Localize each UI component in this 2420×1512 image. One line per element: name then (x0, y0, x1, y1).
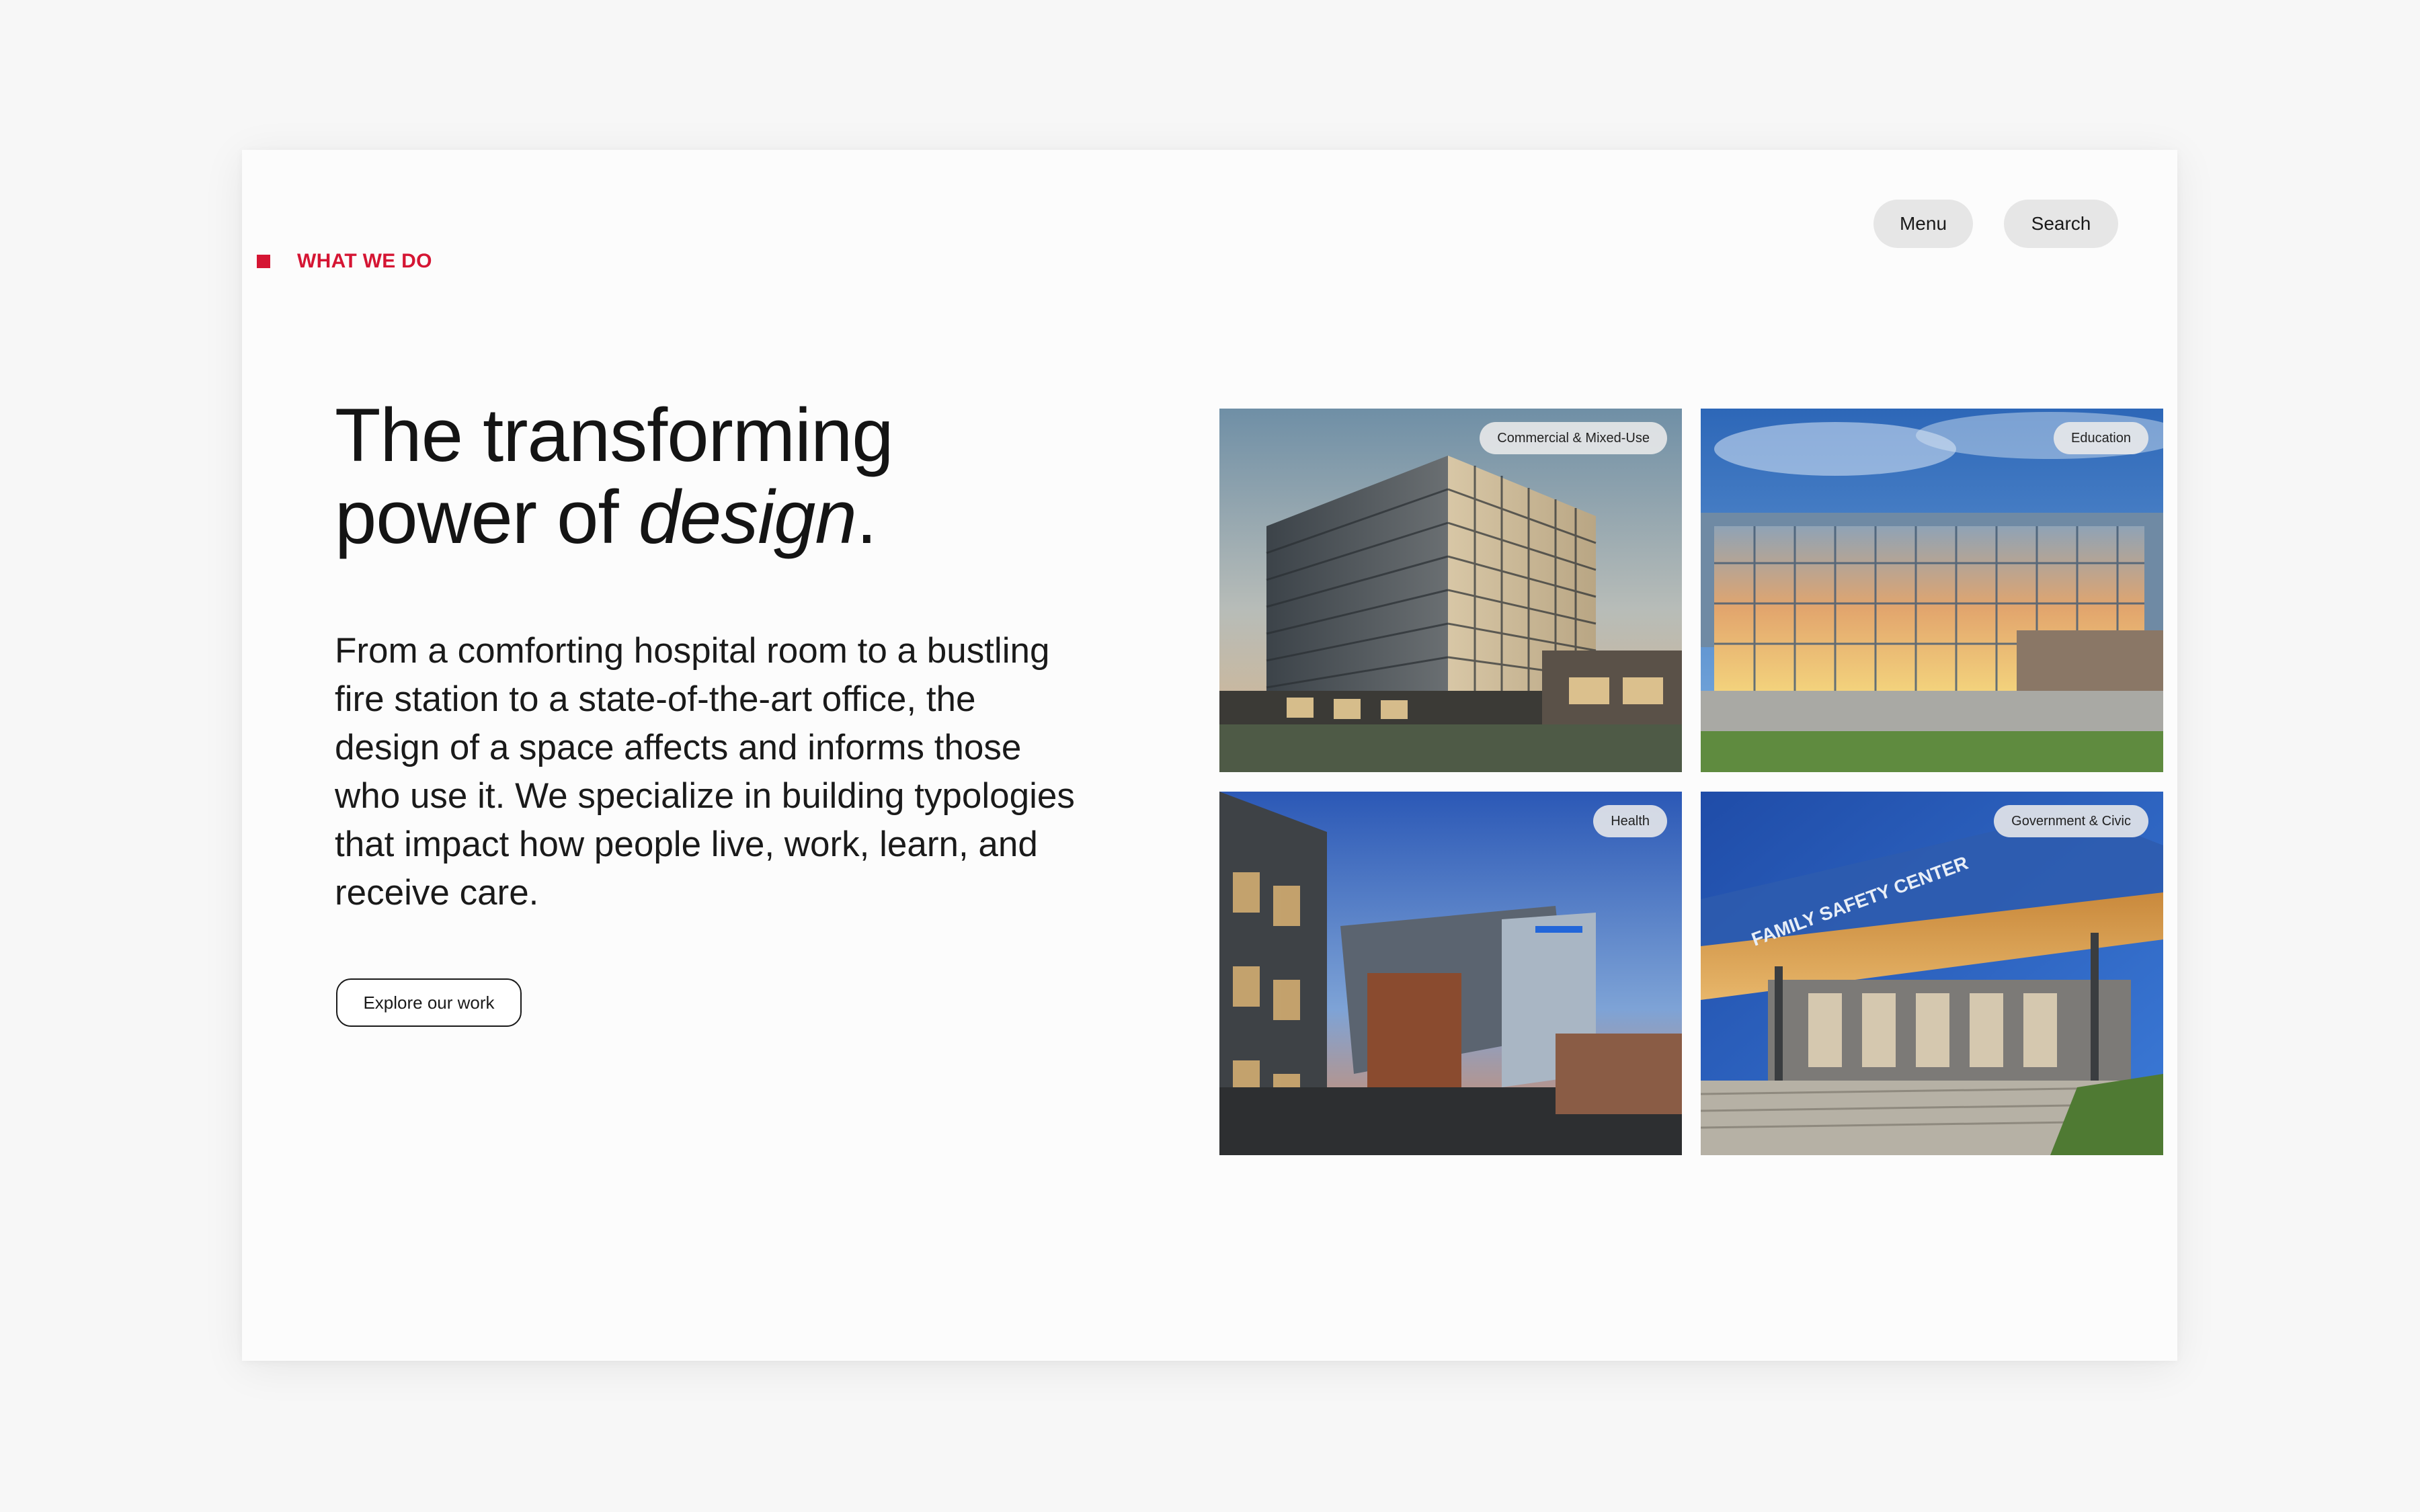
headline-emphasis: design (638, 475, 857, 559)
hero-headline: The transforming power of design. (335, 394, 1074, 558)
category-label: Education (2054, 422, 2148, 454)
menu-button[interactable]: Menu (1873, 200, 1973, 248)
headline-line-2-suffix: . (856, 475, 877, 559)
top-nav: Menu Search (1873, 200, 2118, 248)
category-label: Commercial & Mixed-Use (1480, 422, 1667, 454)
headline-line-1: The transforming (335, 393, 894, 477)
section-eyebrow: WHAT WE DO (257, 248, 432, 275)
headline-line-2-prefix: power of (335, 475, 639, 559)
hero-body: From a comforting hospital room to a bus… (335, 631, 1075, 913)
category-tile-government[interactable]: FAMILY SAFETY CENTER Government & Civic (1701, 792, 2163, 1155)
eyebrow-label: WHAT WE DO (297, 250, 432, 272)
accent-square-icon (257, 255, 270, 268)
category-tile-commercial[interactable]: Commercial & Mixed-Use (1219, 409, 1682, 772)
government-building-photo: FAMILY SAFETY CENTER (1701, 792, 2163, 1155)
search-button[interactable]: Search (2004, 200, 2118, 248)
category-label: Government & Civic (1994, 805, 2148, 837)
category-tile-health[interactable]: Health (1219, 792, 1682, 1155)
health-building-photo (1219, 792, 1682, 1155)
category-label: Health (1593, 805, 1667, 837)
category-tile-education[interactable]: Education (1701, 409, 2163, 772)
education-building-photo (1701, 409, 2163, 772)
commercial-building-photo (1219, 409, 1682, 772)
explore-work-button[interactable]: Explore our work (336, 978, 522, 1027)
content-card: WHAT WE DO Menu Search The transforming … (242, 150, 2177, 1361)
